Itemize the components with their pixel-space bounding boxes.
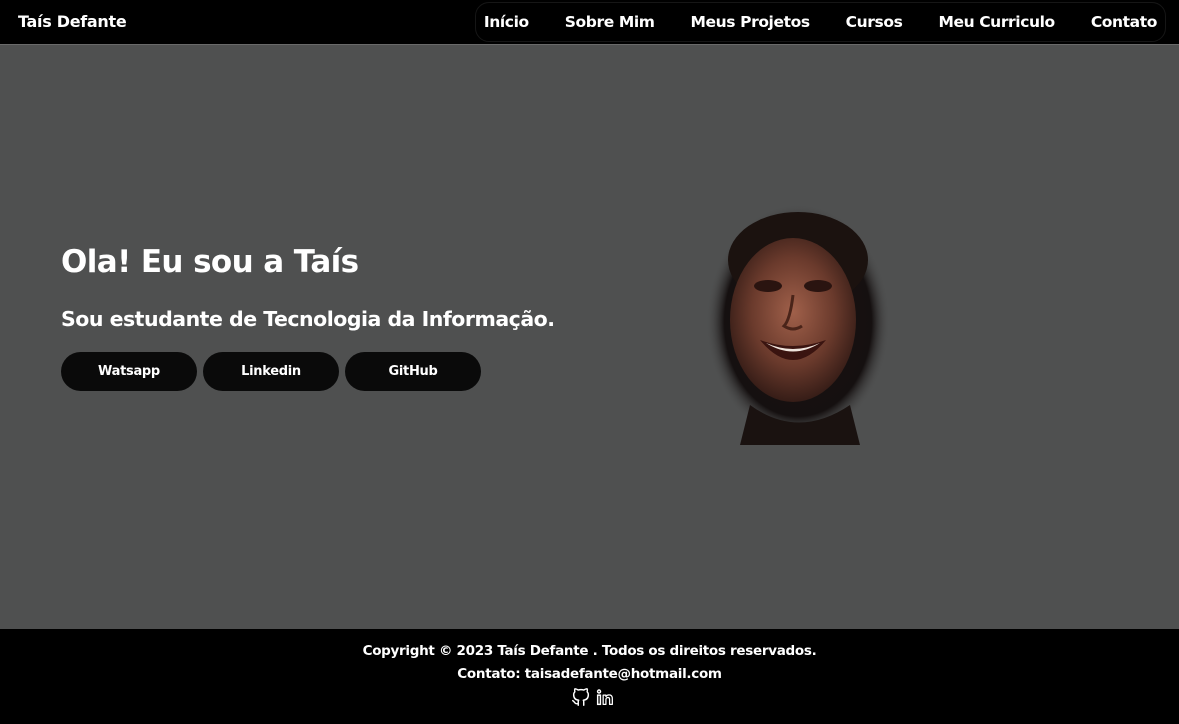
nav-link-meus-projetos[interactable]: Meus Projetos <box>655 13 811 31</box>
nav-link-contato[interactable]: Contato <box>1055 13 1158 31</box>
github-icon[interactable] <box>570 686 592 708</box>
nav-link-meu-curriculo[interactable]: Meu Curriculo <box>902 13 1055 31</box>
main-nav: Início Sobre Mim Meus Projetos Cursos Me… <box>474 2 1166 42</box>
profile-photo <box>706 204 890 445</box>
footer-social-icons <box>570 686 616 708</box>
hero-title: Ola! Eu sou a Taís <box>61 244 359 280</box>
site-brand[interactable]: Taís Defante <box>18 12 127 31</box>
nav-link-sobre-mim[interactable]: Sobre Mim <box>529 13 655 31</box>
nav-link-inicio[interactable]: Início <box>476 13 529 31</box>
top-navbar: Taís Defante Início Sobre Mim Meus Proje… <box>0 0 1179 45</box>
nav-link-cursos[interactable]: Cursos <box>810 13 903 31</box>
social-button-row: Watsapp Linkedin GitHub <box>61 352 481 391</box>
hero-subtitle: Sou estudante de Tecnologia da Informaçã… <box>61 307 555 331</box>
contact-email[interactable]: Contato: taisadefante@hotmail.com <box>0 666 1179 682</box>
whatsapp-button[interactable]: Watsapp <box>61 352 197 391</box>
linkedin-button[interactable]: Linkedin <box>203 352 339 391</box>
github-button[interactable]: GitHub <box>345 352 481 391</box>
copyright-text: Copyright © 2023 Taís Defante . Todos os… <box>362 643 817 659</box>
linkedin-icon[interactable] <box>594 686 616 708</box>
site-footer: Copyright © 2023 Taís Defante . Todos os… <box>0 629 1179 724</box>
